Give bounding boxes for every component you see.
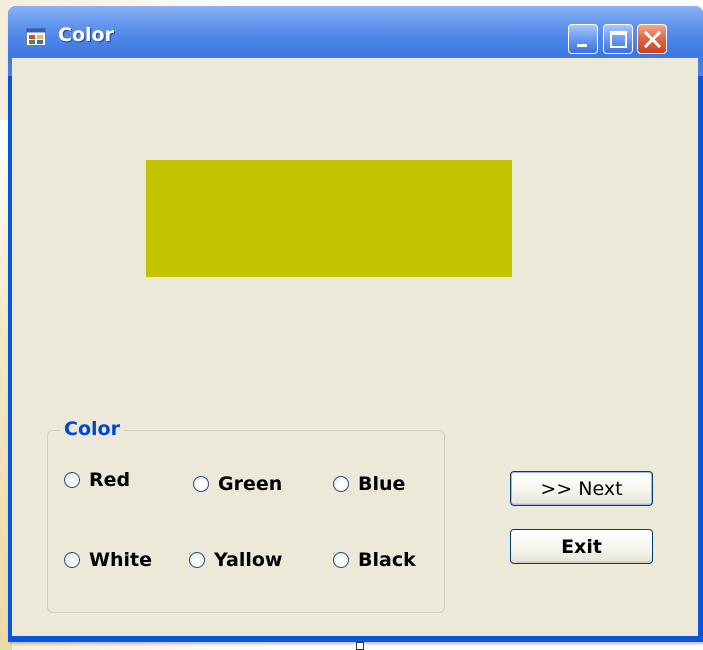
window-title: Color — [58, 24, 114, 46]
radio-label: Blue — [358, 473, 406, 495]
close-icon — [643, 30, 662, 49]
form-client-area: Color Red Green Blue White Yallow Black … — [12, 58, 698, 636]
radio-label: Black — [358, 549, 416, 571]
color-window: Color Color Red Green Blue White Yallow … — [8, 6, 703, 642]
radio-button-icon[interactable] — [64, 552, 80, 568]
app-form-icon[interactable] — [26, 28, 46, 46]
color-group-title: Color — [60, 417, 124, 441]
radio-button-icon[interactable] — [189, 552, 205, 568]
maximize-button[interactable] — [603, 24, 633, 54]
radio-green[interactable]: Green — [193, 471, 282, 497]
radio-button-icon[interactable] — [64, 472, 80, 488]
radio-yallow[interactable]: Yallow — [189, 547, 282, 573]
minimize-button[interactable] — [568, 24, 598, 54]
radio-button-icon[interactable] — [333, 476, 349, 492]
radio-black[interactable]: Black — [333, 547, 416, 573]
color-groupbox: Color Red Green Blue White Yallow Black — [47, 417, 445, 613]
radio-label: Red — [89, 469, 131, 491]
maximize-icon — [610, 31, 627, 48]
minimize-icon — [577, 44, 587, 47]
radio-button-icon[interactable] — [333, 552, 349, 568]
next-button[interactable]: >> Next — [510, 471, 653, 506]
radio-white[interactable]: White — [64, 547, 152, 573]
color-display-panel — [146, 160, 512, 277]
radio-label: Green — [218, 473, 283, 495]
radio-label: White — [89, 549, 152, 571]
exit-button[interactable]: Exit — [510, 529, 653, 564]
close-button[interactable] — [637, 24, 667, 54]
radio-red[interactable]: Red — [64, 467, 130, 493]
mouse-cursor-icon — [356, 642, 364, 650]
radio-label: Yallow — [214, 549, 283, 571]
radio-blue[interactable]: Blue — [333, 471, 405, 497]
radio-button-icon[interactable] — [193, 476, 209, 492]
